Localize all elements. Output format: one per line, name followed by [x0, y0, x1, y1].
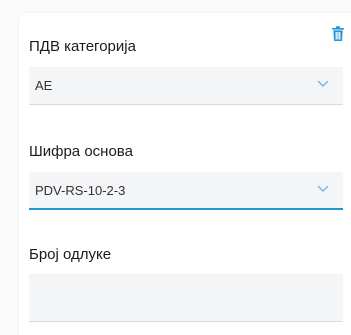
- decision-number-label: Број одлуке: [29, 246, 112, 263]
- decision-number-input[interactable]: [29, 274, 343, 322]
- vat-category-select[interactable]: AE: [29, 67, 343, 105]
- trash-icon[interactable]: [331, 26, 345, 42]
- chevron-down-icon: [317, 80, 329, 87]
- basis-code-select[interactable]: PDV-RS-10-2-3: [29, 172, 343, 210]
- vat-category-value: AE: [35, 78, 53, 93]
- basis-code-value: PDV-RS-10-2-3: [35, 183, 126, 198]
- chevron-down-icon: [317, 185, 329, 192]
- basis-code-label: Шифра основа: [29, 143, 133, 160]
- vat-category-label: ПДВ категорија: [29, 38, 136, 55]
